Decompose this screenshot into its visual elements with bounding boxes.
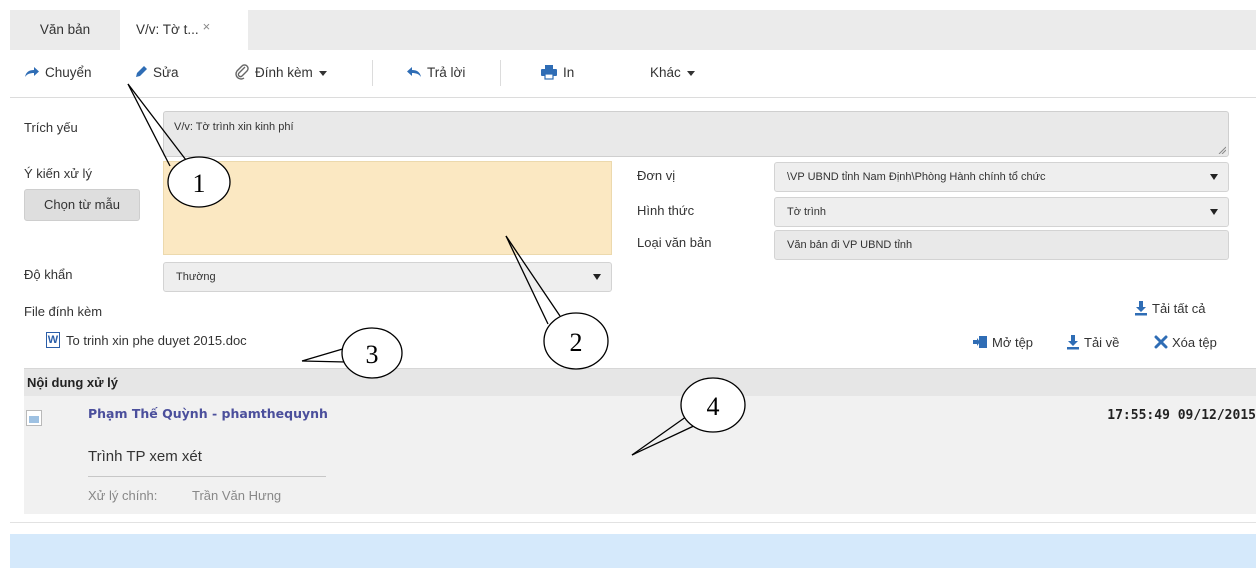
resize-handle-icon[interactable] — [1218, 146, 1226, 154]
forward-label: Chuyển — [45, 65, 92, 80]
reply-label: Trả lời — [427, 65, 466, 80]
attachment-file-link[interactable]: W To trinh xin phe duyet 2015.doc — [46, 331, 247, 350]
tab-current-document[interactable]: V/v: Tờ t... × — [120, 10, 248, 50]
urgency-value: Thường — [176, 271, 216, 283]
edit-button[interactable]: Sửa — [134, 50, 179, 96]
chevron-down-icon — [686, 70, 695, 76]
processing-entry: Phạm Thế Quỳnh - phamthequynh 17:55:49 0… — [24, 396, 1256, 514]
main-handler-label: Xử lý chính: — [88, 488, 158, 503]
print-label: In — [563, 65, 575, 80]
dropdown-arrow-icon — [1210, 209, 1218, 215]
reply-button[interactable]: Trả lời — [406, 50, 465, 96]
dropdown-arrow-icon — [593, 274, 601, 280]
word-document-icon: W — [46, 331, 60, 348]
download-icon — [1135, 300, 1147, 316]
doctype-value: Văn bản đi VP UBND tỉnh — [787, 239, 913, 251]
open-file-button[interactable]: Mở tệp — [972, 335, 1033, 351]
attachment-file-name: To trinh xin phe duyet 2015.doc — [66, 333, 247, 348]
opinion-label: Ý kiến xử lý — [24, 166, 92, 181]
delete-file-button[interactable]: Xóa tệp — [1154, 335, 1217, 351]
other-menu-button[interactable]: Khác — [650, 50, 695, 96]
attachments-label: File đính kèm — [24, 304, 103, 319]
processing-section-title: Nội dung xử lý — [24, 368, 1256, 396]
footer-divider — [10, 522, 1256, 523]
dropdown-arrow-icon — [1210, 174, 1218, 180]
toolbar-separator — [372, 60, 373, 86]
form-type-label: Hình thức — [637, 203, 695, 218]
summary-value: V/v: Tờ trình xin kinh phí — [174, 121, 294, 133]
form-type-select[interactable]: Tờ trình — [774, 197, 1229, 227]
open-file-icon — [973, 335, 987, 348]
attach-label: Đính kèm — [255, 65, 313, 80]
paperclip-icon — [235, 64, 249, 81]
opinion-textarea[interactable] — [163, 161, 612, 255]
urgency-select[interactable]: Thường — [163, 262, 612, 292]
tab-bar: Văn bản V/v: Tờ t... × — [10, 10, 1256, 50]
callout-2: 2 — [505, 235, 609, 370]
entry-content: Trình TP xem xét — [88, 448, 202, 465]
callout-number-3: 3 — [366, 340, 379, 369]
avatar-broken-image-icon — [26, 410, 42, 426]
chevron-down-icon — [318, 70, 327, 76]
printer-icon — [541, 65, 557, 81]
toolbar: Chuyển Sửa Đính kèm Trả lời In Khác — [10, 50, 1256, 98]
other-label: Khác — [650, 65, 681, 80]
main-handler-value: Trần Văn Hưng — [192, 488, 282, 503]
tab-documents[interactable]: Văn bản — [10, 10, 120, 50]
urgency-label: Độ khẩn — [24, 267, 73, 282]
pencil-icon — [136, 66, 147, 78]
unit-select[interactable]: \VP UBND tỉnh Nam Định\Phòng Hành chính … — [774, 162, 1229, 192]
open-file-label: Mở tệp — [992, 335, 1034, 350]
download-file-label: Tải về — [1084, 335, 1120, 350]
edit-label: Sửa — [153, 65, 179, 80]
doctype-field: Văn bản đi VP UBND tỉnh — [774, 230, 1229, 260]
unit-value: \VP UBND tỉnh Nam Định\Phòng Hành chính … — [787, 171, 1046, 183]
download-icon — [1067, 334, 1079, 350]
close-icon — [1154, 335, 1168, 349]
bottom-bar — [10, 534, 1256, 568]
tab-close-icon[interactable]: × — [203, 19, 211, 34]
print-button[interactable]: In — [540, 50, 574, 96]
toolbar-separator — [500, 60, 501, 86]
callout-number-2: 2 — [570, 328, 583, 357]
entry-timestamp: 17:55:49 09/12/2015 — [1107, 408, 1256, 423]
download-all-button[interactable]: Tải tất cả — [1134, 300, 1206, 318]
forward-arrow-icon — [25, 67, 39, 78]
delete-file-label: Xóa tệp — [1172, 335, 1217, 350]
form-type-value: Tờ trình — [787, 206, 826, 218]
summary-label: Trích yếu — [24, 120, 78, 135]
reply-arrow-icon — [407, 67, 421, 78]
download-all-label: Tải tất cả — [1152, 301, 1206, 316]
summary-field[interactable]: V/v: Tờ trình xin kinh phí — [163, 111, 1229, 157]
entry-divider — [88, 476, 326, 477]
download-file-button[interactable]: Tải về — [1066, 334, 1120, 352]
unit-label: Đơn vị — [637, 168, 676, 183]
attach-button[interactable]: Đính kèm — [234, 50, 327, 96]
forward-button[interactable]: Chuyển — [24, 50, 92, 96]
doctype-label: Loại văn bản — [637, 235, 712, 250]
author-link[interactable]: Phạm Thế Quỳnh - phamthequynh — [88, 406, 328, 421]
tab-current-label: V/v: Tờ t... — [136, 22, 199, 37]
choose-template-button[interactable]: Chọn từ mẫu — [24, 189, 140, 221]
